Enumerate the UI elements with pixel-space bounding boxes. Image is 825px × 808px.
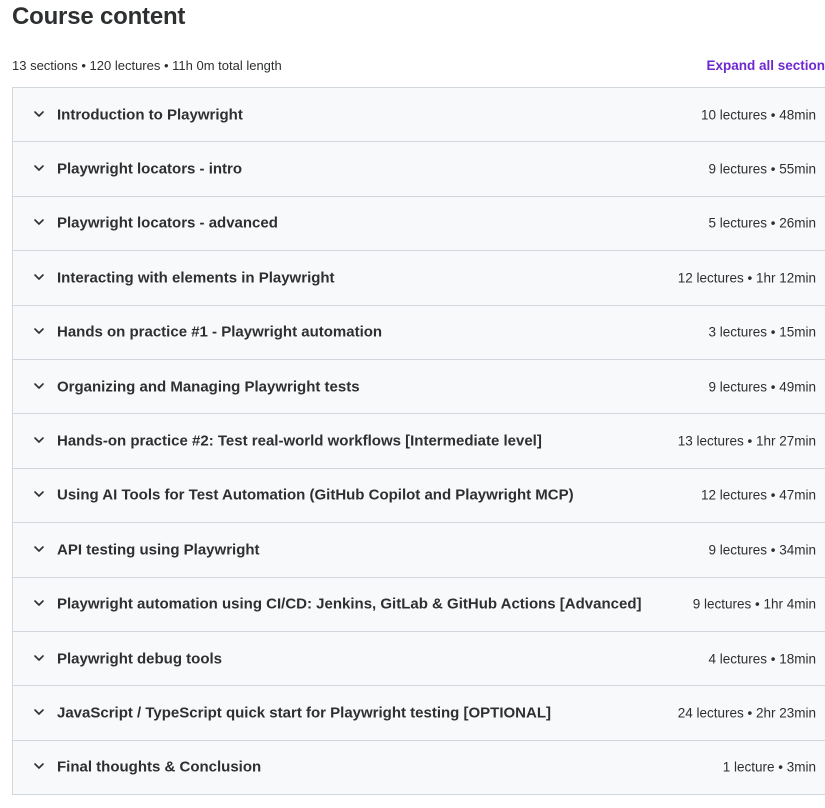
chevron-down-icon — [33, 271, 45, 283]
section-meta: 9 lectures • 34min — [708, 542, 816, 558]
course-summary: 13 sections • 120 lectures • 11h 0m tota… — [12, 58, 282, 73]
section-title: API testing using Playwright — [57, 541, 260, 559]
section-title: Hands on practice #1 - Playwright automa… — [57, 323, 383, 341]
section-meta: 9 lectures • 55min — [708, 161, 816, 177]
chevron-down-icon — [33, 216, 45, 228]
chevron-down-icon — [33, 325, 45, 337]
sections-list: Introduction to Playwright 10 lectures •… — [12, 87, 825, 796]
section-title: Introduction to Playwright — [57, 106, 243, 124]
section-meta: 24 lectures • 2hr 23min — [677, 705, 816, 721]
section-row[interactable]: Hands-on practice #2: Test real-world wo… — [13, 414, 825, 469]
chevron-down-icon — [33, 162, 45, 174]
section-row[interactable]: Using AI Tools for Test Automation (GitH… — [13, 468, 825, 524]
chevron-down-icon — [33, 652, 45, 664]
section-meta: 12 lectures • 47min — [700, 487, 816, 503]
course-content-panel: Course content 13 sections • 120 lecture… — [0, 0, 825, 808]
section-meta: 1 lecture • 3min — [722, 759, 816, 775]
section-meta: 10 lectures • 48min — [700, 107, 816, 123]
section-meta: 12 lectures • 1hr 12min — [677, 270, 816, 286]
chevron-down-icon — [33, 706, 45, 718]
section-meta: 3 lectures • 15min — [708, 324, 816, 340]
section-row[interactable]: Playwright debug tools 4 lectures • 18mi… — [13, 631, 825, 687]
expand-all-sections-button[interactable]: Expand all section — [706, 58, 825, 73]
section-title: Using AI Tools for Test Automation (GitH… — [57, 486, 574, 504]
chevron-down-icon — [33, 488, 45, 500]
section-title: Final thoughts & Conclusion — [57, 758, 262, 776]
course-summary-row: 13 sections • 120 lectures • 11h 0m tota… — [12, 58, 825, 78]
section-title: Playwright locators - intro — [57, 160, 243, 178]
section-row[interactable]: Organizing and Managing Playwright tests… — [13, 359, 825, 415]
page-title: Course content — [12, 3, 186, 30]
chevron-down-icon — [33, 760, 45, 772]
section-row[interactable]: API testing using Playwright 9 lectures … — [13, 523, 825, 578]
chevron-down-icon — [33, 380, 45, 392]
section-row[interactable]: JavaScript / TypeScript quick start for … — [13, 686, 825, 741]
section-meta: 5 lectures • 26min — [708, 215, 816, 231]
section-meta: 13 lectures • 1hr 27min — [677, 433, 816, 449]
section-title: Playwright automation using CI/CD: Jenki… — [57, 595, 642, 613]
section-row[interactable]: Introduction to Playwright 10 lectures •… — [13, 88, 825, 143]
section-title: Playwright locators - advanced — [57, 214, 278, 232]
section-title: Playwright debug tools — [57, 650, 223, 668]
section-title: Organizing and Managing Playwright tests — [57, 378, 360, 396]
section-title: Interacting with elements in Playwright — [57, 269, 335, 287]
section-row[interactable]: Hands on practice #1 - Playwright automa… — [13, 305, 825, 360]
chevron-down-icon — [33, 597, 45, 609]
section-row[interactable]: Playwright locators - advanced 5 lecture… — [13, 196, 825, 252]
chevron-down-icon — [33, 543, 45, 555]
section-row[interactable]: Playwright locators - intro 9 lectures •… — [13, 142, 825, 197]
chevron-down-icon — [33, 434, 45, 446]
section-meta: 9 lectures • 1hr 4min — [692, 596, 816, 612]
section-row[interactable]: Interacting with elements in Playwright … — [13, 251, 825, 306]
section-title: JavaScript / TypeScript quick start for … — [57, 704, 551, 722]
chevron-down-icon — [33, 108, 45, 120]
section-row[interactable]: Final thoughts & Conclusion 1 lecture • … — [13, 740, 825, 796]
section-title: Hands-on practice #2: Test real-world wo… — [57, 432, 542, 450]
section-meta: 9 lectures • 49min — [708, 379, 816, 395]
section-meta: 4 lectures • 18min — [708, 651, 816, 667]
section-row[interactable]: Playwright automation using CI/CD: Jenki… — [13, 577, 825, 632]
